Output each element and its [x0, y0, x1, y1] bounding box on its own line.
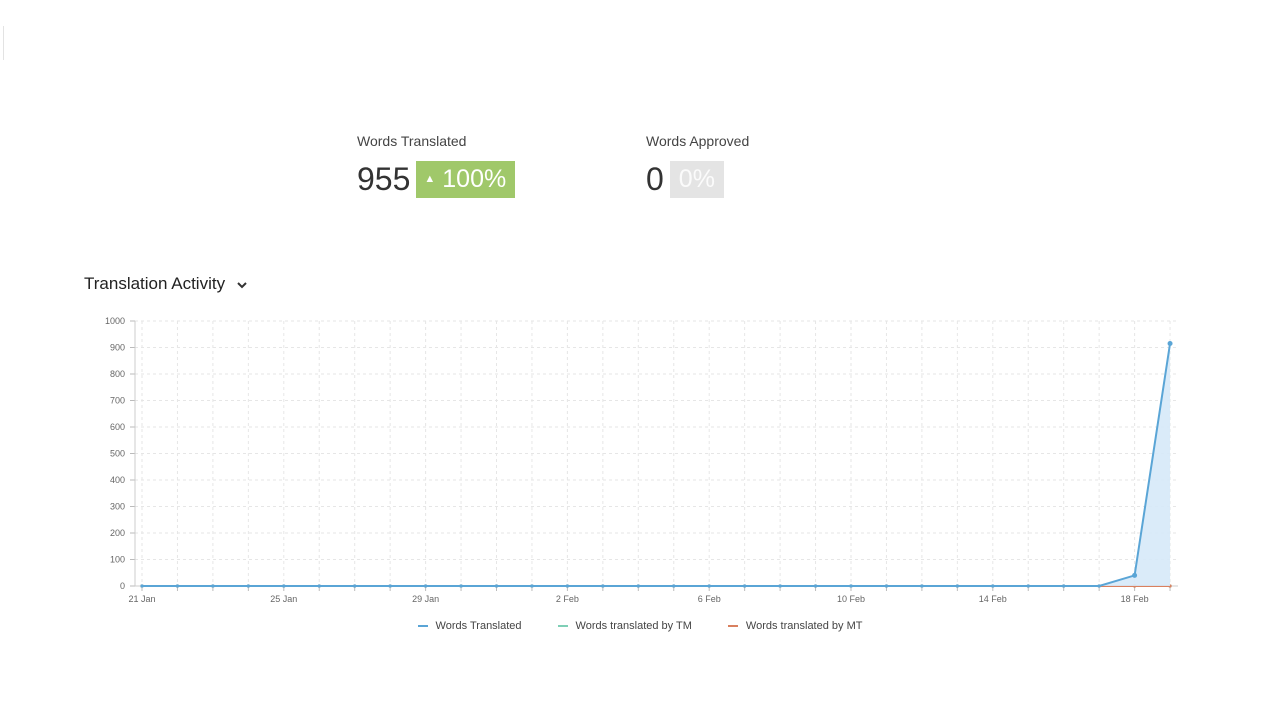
x-tick-label: 10 Feb: [837, 594, 865, 604]
y-tick-label: 300: [110, 502, 125, 512]
data-point-words-translated: [601, 584, 605, 588]
words-translated-change: 100%: [442, 165, 507, 193]
words-translated-change-badge: ▲ 100%: [416, 161, 516, 198]
y-tick-label: 700: [110, 396, 125, 406]
chevron-down-icon: [235, 277, 249, 291]
y-tick-label: 0: [120, 581, 125, 591]
data-point-words-translated: [424, 584, 428, 588]
y-tick-label: 500: [110, 449, 125, 459]
data-point-words-translated: [140, 584, 144, 588]
data-point-words-translated: [1167, 341, 1173, 347]
data-point-words-translated: [955, 584, 959, 588]
legend-label-mt: Words translated by MT: [745, 620, 863, 632]
y-tick-label: 800: [110, 369, 125, 379]
chart-legend: Words Translated Words translated by TM …: [0, 620, 1280, 632]
window-edge-divider: [0, 26, 4, 60]
legend-label-translated: Words Translated: [435, 620, 522, 632]
data-point-words-translated: [1062, 584, 1066, 588]
words-translated-stat: Words Translated 955 ▲ 100%: [357, 132, 516, 198]
words-approved-stat: Words Approved 0 0%: [646, 132, 749, 198]
data-point-words-translated: [849, 584, 853, 588]
data-point-words-translated: [813, 584, 818, 588]
data-point-words-translated: [991, 584, 995, 588]
data-point-words-translated: [743, 584, 747, 588]
words-approved-change: 0%: [678, 165, 715, 193]
translation-activity-chart: 0 100 200 300 400 500 600 700 800 900 1000 21 Jan 25…: [105, 316, 1178, 604]
legend-swatch-tm: [557, 625, 568, 627]
data-point-words-translated: [388, 584, 392, 588]
data-point-words-translated: [672, 584, 676, 588]
data-point-words-translated: [282, 584, 286, 588]
words-approved-value: 0: [646, 161, 664, 197]
y-tick-label: 1000: [105, 316, 125, 326]
legend-item-words-translated[interactable]: Words Translated: [417, 620, 522, 632]
y-tick-label: 200: [110, 528, 125, 538]
translation-activity-title: Translation Activity: [84, 274, 226, 293]
data-point-words-translated: [1097, 584, 1101, 588]
series-area-words-translated: [142, 343, 1171, 586]
translation-activity-dropdown[interactable]: Translation Activity: [84, 274, 249, 294]
data-point-words-translated: [565, 584, 570, 588]
legend-swatch-translated: [417, 625, 428, 627]
y-tick-label: 900: [110, 343, 125, 353]
x-tick-label: 14 Feb: [979, 594, 1007, 604]
data-point-words-translated: [778, 584, 782, 588]
y-tick-label: 600: [110, 422, 125, 432]
data-point-words-translated: [459, 584, 463, 588]
legend-label-tm: Words translated by TM: [575, 620, 692, 632]
x-tick-label: 18 Feb: [1121, 594, 1149, 604]
legend-item-words-mt[interactable]: Words translated by MT: [727, 620, 863, 632]
data-point-words-translated: [494, 584, 499, 588]
words-approved-change-badge: 0%: [669, 161, 724, 198]
data-point-words-translated: [920, 584, 924, 588]
data-point-words-translated: [175, 584, 180, 588]
data-point-words-translated: [317, 584, 321, 588]
y-tick-label: 100: [110, 555, 125, 565]
x-tick-label: 6 Feb: [698, 594, 721, 604]
data-point-words-translated: [246, 584, 250, 588]
x-tick-label: 2 Feb: [556, 594, 579, 604]
series-line-words-translated: [142, 343, 1172, 587]
words-approved-label: Words Approved: [646, 133, 750, 149]
y-tick-label: 400: [110, 475, 125, 485]
x-tick-label: 25 Jan: [270, 594, 297, 604]
words-translated-value: 955: [357, 161, 411, 197]
legend-item-words-tm[interactable]: Words translated by TM: [557, 620, 692, 632]
words-translated-label: Words Translated: [357, 133, 467, 149]
x-tick-label: 21 Jan: [128, 594, 155, 604]
data-point-words-translated: [707, 584, 711, 588]
data-point-words-translated: [1026, 584, 1030, 588]
arrow-up-icon: ▲: [424, 173, 436, 185]
data-point-words-translated: [353, 584, 357, 588]
x-tick-label: 29 Jan: [412, 594, 439, 604]
data-point-words-translated: [636, 584, 640, 588]
data-point-words-translated: [211, 584, 215, 588]
data-point-words-translated: [1132, 572, 1138, 578]
legend-swatch-mt: [727, 625, 738, 627]
data-point-words-translated: [530, 584, 534, 588]
data-point-words-translated: [884, 584, 889, 588]
